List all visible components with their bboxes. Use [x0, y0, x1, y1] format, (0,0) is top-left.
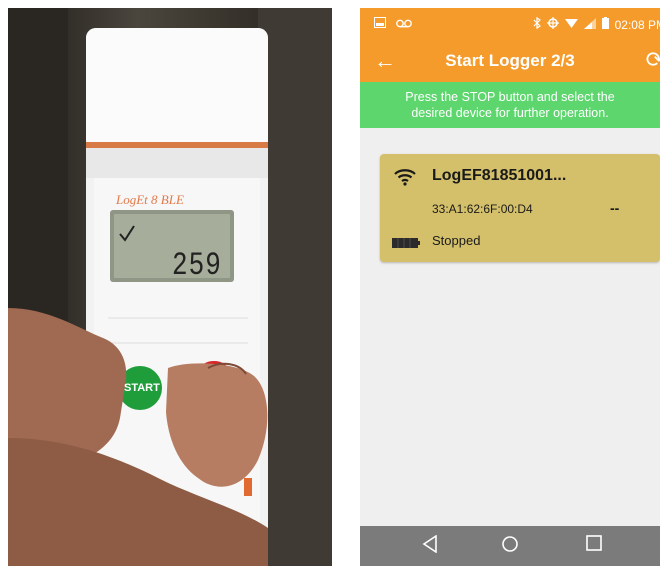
- device-brand-label: LogEt 8 BLE: [116, 192, 184, 207]
- signal-icon: [583, 17, 596, 32]
- wifi-status-icon: [564, 18, 578, 32]
- device-mac-address: 33:A1:62:6F:00:D4: [432, 202, 533, 216]
- bluetooth-icon: [533, 16, 541, 32]
- wifi-icon: [394, 168, 416, 191]
- nav-home-icon[interactable]: [501, 535, 519, 558]
- device-photo: LogEt 8 BLE 259 START: [8, 8, 332, 566]
- status-bar-left: [374, 17, 412, 31]
- nav-recent-icon[interactable]: [586, 535, 602, 556]
- instruction-banner: Press the STOP button and select the des…: [360, 82, 660, 128]
- app-bar: ← Start Logger 2/3 ⟳: [360, 40, 660, 82]
- banner-line-1: Press the STOP button and select the: [405, 90, 615, 104]
- battery-icon: [392, 235, 420, 253]
- system-nav-bar: [360, 526, 660, 566]
- device-reading: --: [610, 200, 620, 216]
- banner-line-2: desired device for further operation.: [411, 106, 609, 120]
- nav-back-icon[interactable]: [422, 534, 438, 558]
- lcd-reading: 259: [172, 246, 222, 284]
- status-bar: 02:08 PM: [360, 8, 660, 40]
- phone-screen: 02:08 PM ← Start Logger 2/3 ⟳ Press the …: [360, 8, 660, 566]
- data-saver-icon: [546, 17, 559, 32]
- page-title: Start Logger 2/3: [445, 51, 575, 70]
- voicemail-icon: [396, 17, 412, 31]
- device-card[interactable]: LogEF81851001... 33:A1:62:6F:00:D4 -- St…: [380, 154, 660, 262]
- battery-status-icon: [601, 17, 609, 32]
- device-status: Stopped: [432, 233, 481, 248]
- image-notification-icon: [374, 17, 386, 31]
- device-photo-illustration: [8, 8, 332, 566]
- status-bar-right: 02:08 PM: [533, 16, 660, 32]
- start-button-label: START: [124, 382, 160, 394]
- status-time: 02:08 PM: [614, 17, 660, 32]
- refresh-icon[interactable]: ⟳: [646, 47, 660, 73]
- device-name: LogEF81851001...: [432, 167, 567, 184]
